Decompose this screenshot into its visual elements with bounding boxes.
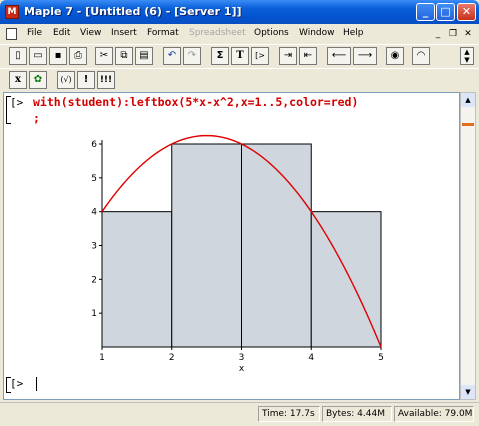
new-icon[interactable]: ▯ xyxy=(9,47,27,65)
worksheet[interactable]: [> with(student):leftbox(5*x-x^2,x=1..5,… xyxy=(3,92,460,400)
cut-icon[interactable]: ✂ xyxy=(95,47,113,65)
toolbar-scroll-icon[interactable]: ▲ ▼ xyxy=(460,47,474,65)
mdi-minimize-button[interactable]: _ xyxy=(432,28,444,40)
redo-icon[interactable]: ↷ xyxy=(183,47,201,65)
y-tick-label-3: 3 xyxy=(91,242,97,252)
menu-spreadsheet[interactable]: Spreadsheet xyxy=(189,28,246,38)
minimize-button[interactable]: _ xyxy=(416,3,435,21)
group-icon[interactable]: (√) xyxy=(57,71,75,89)
menu-view[interactable]: View xyxy=(80,28,101,38)
paste-icon[interactable]: ▤ xyxy=(135,47,153,65)
maximize-button[interactable]: □ xyxy=(436,3,455,21)
scroll-thumb[interactable] xyxy=(462,123,474,126)
math-toolbar: x ✿ (√) ! !!! xyxy=(0,68,479,93)
indent-icon[interactable]: ⇥ xyxy=(279,47,297,65)
outdent-icon[interactable]: ⇤ xyxy=(299,47,317,65)
menu-options[interactable]: Options xyxy=(254,28,289,38)
status-bytes: Bytes: 4.44M xyxy=(322,406,392,422)
maple-app-icon[interactable]: M xyxy=(5,5,19,19)
maple-leaf-icon[interactable]: ✿ xyxy=(29,71,47,89)
x-tick-label-2: 2 xyxy=(169,353,175,363)
window-title: Maple 7 - [Untitled (6) - [Server 1]] xyxy=(24,5,242,18)
riemann-box-4 xyxy=(310,211,382,348)
menu-file[interactable]: File xyxy=(27,28,42,38)
forward-icon[interactable]: ⟶ xyxy=(353,47,377,65)
close-button[interactable]: ✕ xyxy=(457,3,476,21)
menu-help[interactable]: Help xyxy=(343,28,364,38)
y-tick-label-6: 6 xyxy=(91,140,97,150)
y-tick-label-4: 4 xyxy=(91,208,97,218)
execute-icon[interactable]: ! xyxy=(77,71,95,89)
riemann-box-1 xyxy=(101,211,173,348)
menu-format[interactable]: Format xyxy=(147,28,179,38)
scroll-up-button[interactable]: ▲ xyxy=(461,93,475,107)
y-tick-label-1: 1 xyxy=(91,309,97,319)
scroll-down-button[interactable]: ▼ xyxy=(461,385,475,399)
y-tick-label-5: 5 xyxy=(91,174,97,184)
riemann-box-2 xyxy=(171,143,242,348)
status-available: Available: 79.0M xyxy=(394,406,474,422)
input-prompt-2: [> xyxy=(10,377,24,390)
status-time: Time: 17.7s xyxy=(258,406,320,422)
menu-edit[interactable]: Edit xyxy=(53,28,70,38)
main-toolbar: ▯ ▭ ▪ ⎙ ✂ ⧉ ▤ ↶ ↷ Σ T [> ⇥ ⇤ ⟵ ⟶ ◉ ◠ ▲ ▼ xyxy=(0,44,479,69)
x-tick-label-3: 3 xyxy=(239,353,245,363)
print-icon[interactable]: ⎙ xyxy=(69,47,87,65)
x-axis-label: x xyxy=(239,364,245,374)
riemann-box-3 xyxy=(241,143,312,348)
plot-area[interactable]: 1 2 3 4 5 1 2 3 4 5 6 x xyxy=(4,93,460,383)
title-bar[interactable]: M Maple 7 - [Untitled (6) - [Server 1]] … xyxy=(0,0,479,24)
menu-bar: File Edit View Insert Format Spreadsheet… xyxy=(0,24,479,44)
help-icon[interactable]: ◠ xyxy=(412,47,430,65)
y-tick-label-2: 2 xyxy=(91,275,97,285)
back-icon[interactable]: ⟵ xyxy=(327,47,351,65)
status-bar: Time: 17.7s Bytes: 4.44M Available: 79.0… xyxy=(0,402,479,426)
menu-insert[interactable]: Insert xyxy=(111,28,137,38)
undo-icon[interactable]: ↶ xyxy=(163,47,181,65)
vertical-scrollbar[interactable]: ▲ ▼ xyxy=(460,92,476,400)
mdi-restore-button[interactable]: ❐ xyxy=(447,28,459,40)
x-tick-label-5: 5 xyxy=(378,353,384,363)
x-tick-label-4: 4 xyxy=(308,353,314,363)
copy-icon[interactable]: ⧉ xyxy=(115,47,133,65)
text-cursor xyxy=(36,377,37,391)
x-tick-label-1: 1 xyxy=(99,353,105,363)
text-icon[interactable]: T xyxy=(231,47,249,65)
stop-icon[interactable]: ◉ xyxy=(386,47,404,65)
save-icon[interactable]: ▪ xyxy=(49,47,67,65)
sigma-icon[interactable]: Σ xyxy=(211,47,229,65)
mdi-close-button[interactable]: ✕ xyxy=(462,28,474,40)
math-x-icon[interactable]: x xyxy=(9,71,27,89)
open-icon[interactable]: ▭ xyxy=(29,47,47,65)
insert-prompt-icon[interactable]: [> xyxy=(251,47,269,65)
document-icon[interactable] xyxy=(6,28,17,40)
execute-all-icon[interactable]: !!! xyxy=(97,71,115,89)
menu-window[interactable]: Window xyxy=(299,28,335,38)
